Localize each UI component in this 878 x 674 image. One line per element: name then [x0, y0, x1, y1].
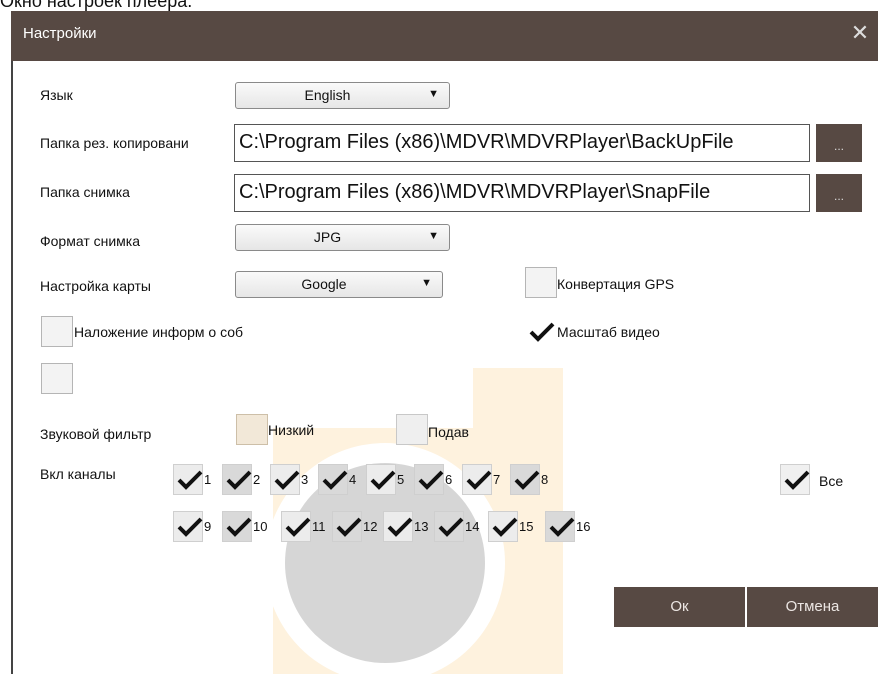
backup-folder-browse-button[interactable]: ...: [816, 124, 862, 162]
channel-10-checkbox[interactable]: [222, 511, 252, 542]
channel-14-label: 14: [465, 519, 480, 534]
snapshot-folder-browse-button[interactable]: ...: [816, 174, 862, 212]
check-icon: [322, 470, 348, 490]
check-icon: [387, 517, 413, 537]
channel-13-label: 13: [414, 519, 429, 534]
channel-all-checkbox[interactable]: [780, 464, 810, 495]
channel-15-label: 15: [519, 519, 534, 534]
check-icon: [177, 517, 203, 537]
channel-12-label: 12: [363, 519, 378, 534]
check-icon: [418, 470, 444, 490]
channel-8-label: 8: [541, 472, 549, 487]
check-icon: [438, 517, 464, 537]
check-icon: [336, 517, 362, 537]
top-strip-text: Окно настроек плеера.: [0, 0, 193, 11]
check-icon: [784, 470, 810, 490]
channel-3-checkbox[interactable]: [270, 464, 300, 495]
channel-12-checkbox[interactable]: [332, 511, 362, 542]
channel-3-label: 3: [301, 472, 309, 487]
channels-label: Вкл каналы: [40, 466, 116, 482]
channel-2-label: 2: [253, 472, 261, 487]
channel-13-checkbox[interactable]: [383, 511, 413, 542]
channel-1-label: 1: [204, 472, 212, 487]
top-strip: Окно настроек плеера.: [0, 0, 878, 11]
snapshot-format-value: JPG: [313, 229, 342, 245]
language-label: Язык: [40, 87, 73, 103]
overlay-info-label: Наложение информ о соб: [74, 324, 244, 340]
snapshot-folder-label: Папка снимка: [40, 184, 130, 200]
video-scale-checkbox[interactable]: [525, 316, 557, 347]
check-icon: [492, 517, 518, 537]
audio-filter-suppress-option[interactable]: [396, 414, 428, 445]
check-icon: [285, 517, 311, 537]
check-icon: [549, 517, 575, 537]
cancel-button[interactable]: Отмена: [747, 587, 878, 627]
audio-filter-low-option[interactable]: [236, 414, 268, 445]
check-icon: [226, 517, 252, 537]
channel-16-label: 16: [576, 519, 591, 534]
extra-checkbox[interactable]: [41, 363, 73, 394]
channel-7-checkbox[interactable]: [462, 464, 492, 495]
snapshot-folder-input[interactable]: C:\Program Files (x86)\MDVR\MDVRPlayer\S…: [234, 174, 810, 212]
channel-16-checkbox[interactable]: [545, 511, 575, 542]
backup-folder-label: Папка рез. копировани: [40, 135, 189, 151]
channel-1-checkbox[interactable]: [173, 464, 203, 495]
title-bar[interactable]: Настройки ✕: [11, 11, 878, 61]
channel-11-label: 11: [312, 519, 326, 534]
close-icon[interactable]: ✕: [848, 19, 872, 47]
check-icon: [514, 470, 540, 490]
channel-11-checkbox[interactable]: [281, 511, 311, 542]
channel-2-checkbox[interactable]: [222, 464, 252, 495]
channel-14-checkbox[interactable]: [434, 511, 464, 542]
check-icon: [466, 470, 492, 490]
channel-4-label: 4: [349, 472, 357, 487]
channel-6-checkbox[interactable]: [414, 464, 444, 495]
overlay-info-checkbox[interactable]: [41, 316, 73, 347]
chevron-down-icon: ▼: [428, 230, 439, 242]
check-icon: [177, 470, 203, 490]
channel-9-label: 9: [204, 519, 212, 534]
window-title: Настройки: [23, 25, 97, 42]
check-icon: [226, 470, 252, 490]
video-scale-label: Масштаб видео: [557, 324, 660, 340]
chevron-down-icon: ▼: [421, 277, 432, 289]
gps-conversion-checkbox[interactable]: [525, 267, 557, 298]
audio-filter-suppress-label: Подав: [428, 424, 469, 440]
snapshot-format-dropdown[interactable]: JPG ▼: [235, 224, 450, 251]
channel-4-checkbox[interactable]: [318, 464, 348, 495]
snapshot-format-label: Формат снимка: [40, 233, 141, 249]
channel-7-label: 7: [493, 472, 501, 487]
channel-5-checkbox[interactable]: [366, 464, 396, 495]
backup-folder-input[interactable]: C:\Program Files (x86)\MDVR\MDVRPlayer\B…: [234, 124, 810, 162]
channel-8-checkbox[interactable]: [510, 464, 540, 495]
chevron-down-icon: ▼: [428, 88, 439, 100]
channel-all-label: Все: [819, 473, 844, 489]
language-value: English: [304, 87, 351, 103]
check-icon: [529, 322, 555, 342]
audio-filter-low-label: Низкий: [268, 422, 315, 438]
gps-conversion-label: Конвертация GPS: [557, 276, 675, 292]
channel-5-label: 5: [397, 472, 405, 487]
channel-6-label: 6: [445, 472, 453, 487]
map-settings-label: Настройка карты: [40, 278, 151, 294]
channel-15-checkbox[interactable]: [488, 511, 518, 542]
ok-button[interactable]: Ок: [614, 587, 745, 627]
check-icon: [274, 470, 300, 490]
channel-10-label: 10: [253, 519, 268, 534]
check-icon: [370, 470, 396, 490]
map-settings-value: Google: [301, 276, 347, 292]
language-dropdown[interactable]: English ▼: [235, 82, 450, 109]
audio-filter-label: Звуковой фильтр: [40, 426, 152, 442]
map-settings-dropdown[interactable]: Google ▼: [235, 271, 443, 298]
channel-9-checkbox[interactable]: [173, 511, 203, 542]
